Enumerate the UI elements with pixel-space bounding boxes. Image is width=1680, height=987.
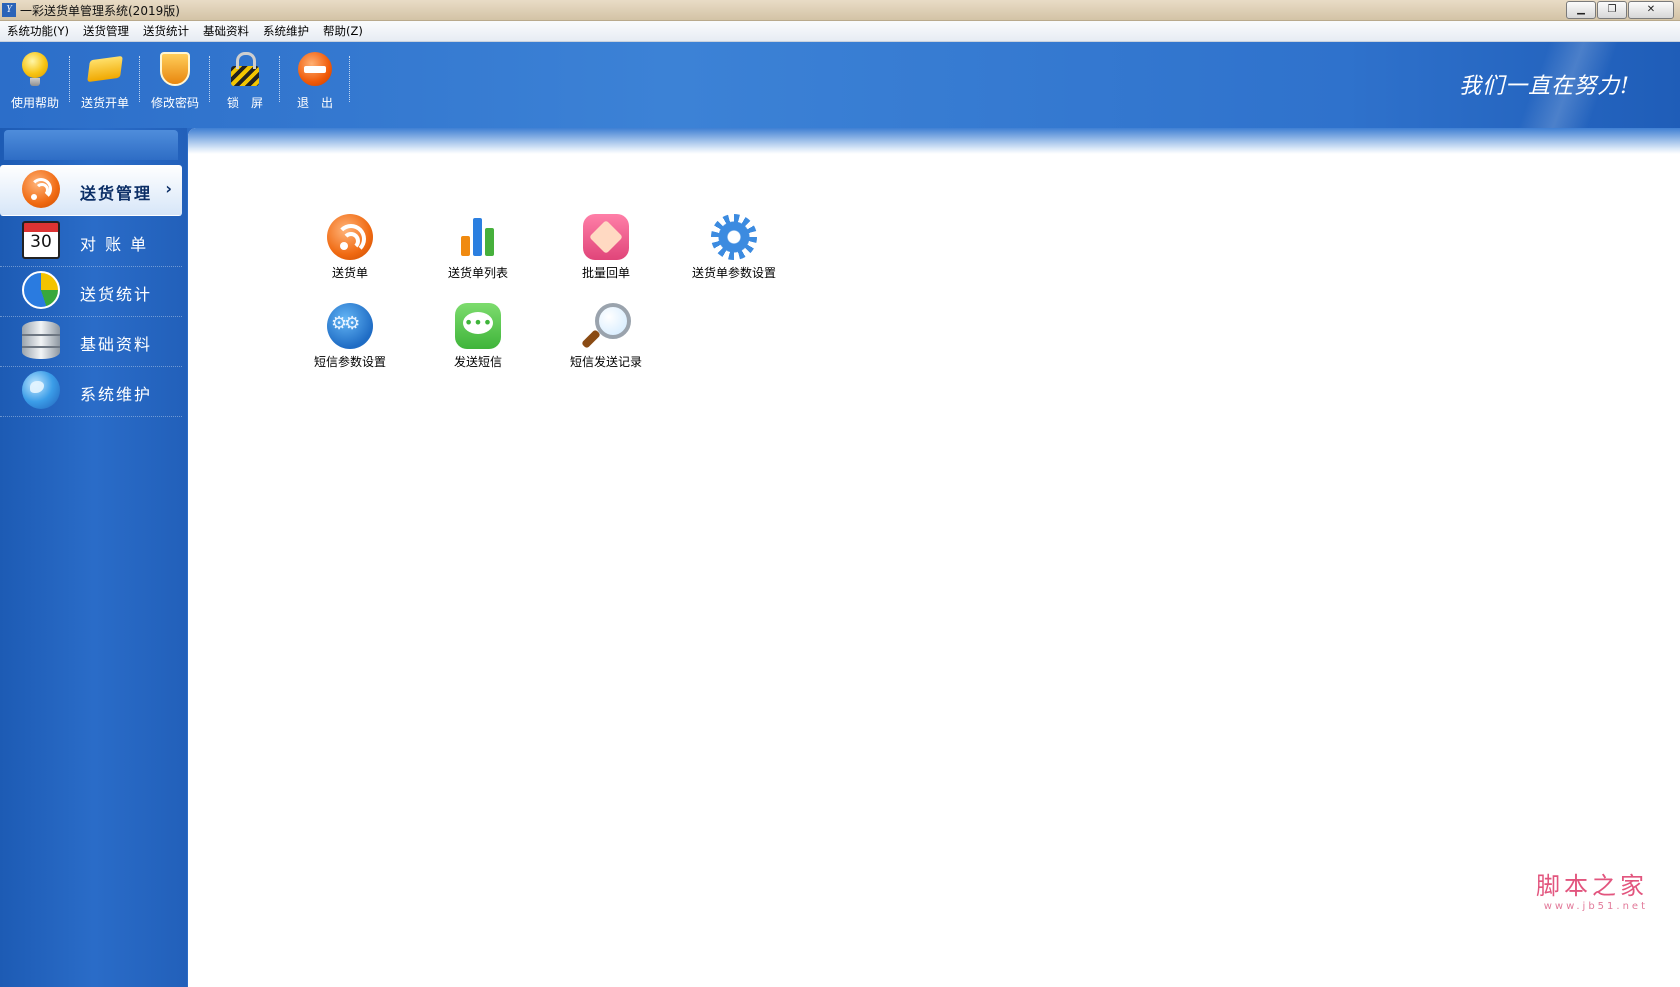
window-title: 一彩送货单管理系统(2019版) <box>20 4 180 18</box>
window-controls: ▁ ❐ ✕ <box>1565 1 1674 19</box>
minimize-button[interactable]: ▁ <box>1566 1 1596 19</box>
sidebar-item-delivery-statistics[interactable]: 送货统计 <box>0 266 182 317</box>
menu-delivery[interactable]: 送货管理 <box>76 23 136 39</box>
pie-chart-icon <box>22 271 60 309</box>
toolbar: 使用帮助 送货开单 修改密码 锁 屏 退 出 <box>0 50 350 112</box>
sidebar-item-delivery-management[interactable]: 送货管理 › <box>0 165 182 216</box>
delivery-note-shortcut[interactable]: 送货单 <box>282 214 418 294</box>
menu-statistics[interactable]: 送货统计 <box>136 23 196 39</box>
delivery-params-shortcut[interactable]: 送货单参数设置 <box>666 214 802 294</box>
lock-icon <box>231 52 259 86</box>
calendar-icon: 30 <box>22 221 60 259</box>
tag-icon <box>87 52 123 83</box>
new-delivery-button[interactable]: 送货开单 <box>70 50 140 112</box>
window-titlebar: Y 一彩送货单管理系统(2019版) ▁ ❐ ✕ <box>0 0 1680 21</box>
globe-icon <box>22 371 60 409</box>
close-button[interactable]: ✕ <box>1628 1 1674 19</box>
header-banner: 使用帮助 送货开单 修改密码 锁 屏 退 出 我们一直在努力! <box>0 42 1680 128</box>
menu-basic-data[interactable]: 基础资料 <box>196 23 256 39</box>
menu-system[interactable]: 系统功能(Y) <box>0 23 76 39</box>
change-password-button[interactable]: 修改密码 <box>140 50 210 112</box>
gears-icon <box>327 303 373 349</box>
help-button[interactable]: 使用帮助 <box>0 50 70 112</box>
lightbulb-icon <box>22 52 48 86</box>
rss-icon <box>22 170 60 208</box>
database-icon <box>22 321 60 359</box>
send-sms-shortcut[interactable]: 发送短信 <box>410 303 546 383</box>
rss-icon <box>327 214 373 260</box>
maximize-button[interactable]: ❐ <box>1597 1 1627 19</box>
magnifier-icon <box>581 303 631 349</box>
slogan: 我们一直在努力! <box>1459 74 1630 99</box>
menu-bar: 系统功能(Y) 送货管理 送货统计 基础资料 系统维护 帮助(Z) <box>0 21 1680 42</box>
bar-chart-icon <box>455 214 501 260</box>
app-icon: Y <box>2 3 16 17</box>
main-content: 送货单 送货单列表 批量回单 送货单参数设置 短信参数设置 发送短信 短信发送记… <box>188 128 1680 987</box>
batch-receipt-icon <box>583 214 629 260</box>
chat-icon <box>455 303 501 349</box>
batch-receipt-shortcut[interactable]: 批量回单 <box>538 214 674 294</box>
chevron-right-icon: › <box>165 179 172 198</box>
menu-maintenance[interactable]: 系统维护 <box>256 23 316 39</box>
sidebar-item-system-maintenance[interactable]: 系统维护 <box>0 366 182 417</box>
sidebar-item-statement[interactable]: 30 对 账 单 <box>0 216 182 267</box>
lock-screen-button[interactable]: 锁 屏 <box>210 50 280 112</box>
watermark: 脚本之家 www.jb51.net <box>1536 872 1648 912</box>
exit-button[interactable]: 退 出 <box>280 50 350 112</box>
sidebar-item-basic-data[interactable]: 基础资料 <box>0 316 182 367</box>
sms-log-shortcut[interactable]: 短信发送记录 <box>538 303 674 383</box>
sidebar: 送货管理 › 30 对 账 单 送货统计 基础资料 系统维护 <box>0 128 187 987</box>
menu-help[interactable]: 帮助(Z) <box>316 23 370 39</box>
gear-icon <box>711 214 757 260</box>
sms-params-shortcut[interactable]: 短信参数设置 <box>282 303 418 383</box>
delivery-list-shortcut[interactable]: 送货单列表 <box>410 214 546 294</box>
exit-icon <box>298 52 332 86</box>
shield-icon <box>160 52 190 86</box>
